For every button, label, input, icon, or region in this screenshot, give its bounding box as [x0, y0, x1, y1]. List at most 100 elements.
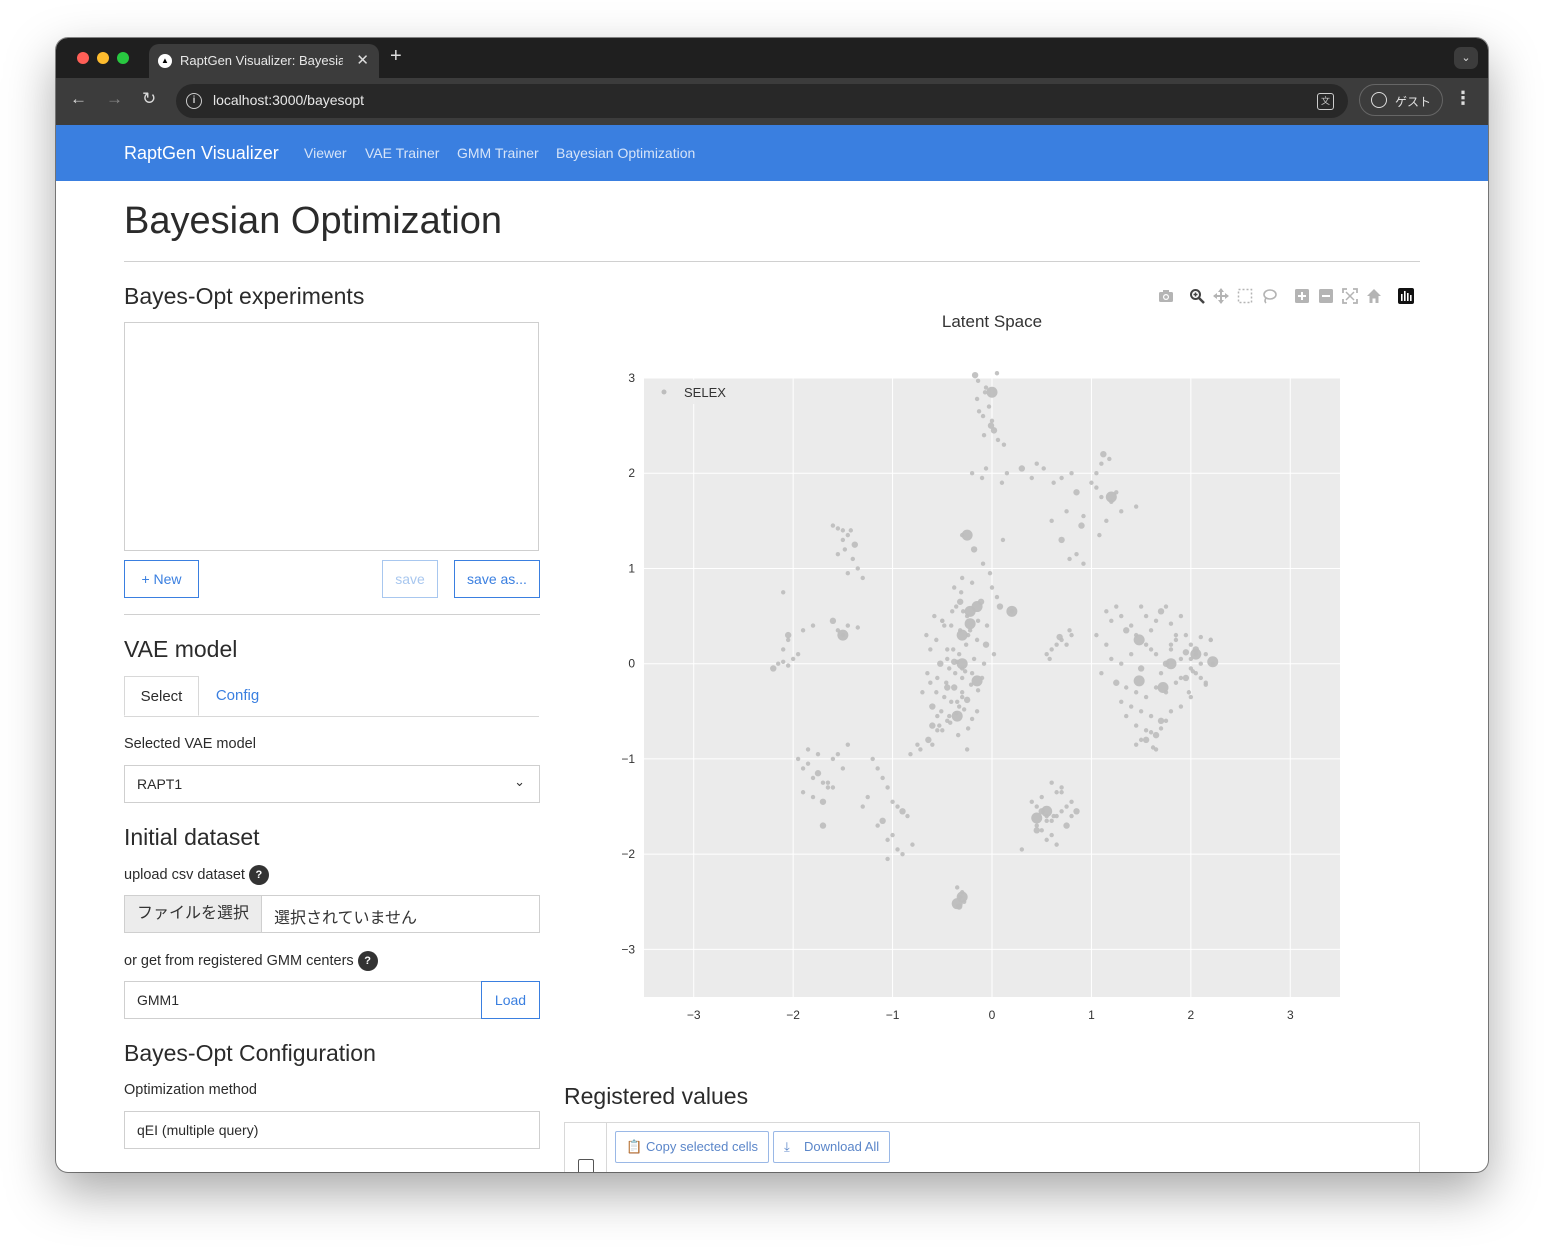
scatter-point[interactable] — [1049, 780, 1054, 785]
scatter-point[interactable] — [1069, 471, 1074, 476]
scatter-point[interactable] — [899, 808, 906, 815]
scatter-point[interactable] — [934, 637, 939, 643]
scatter-point[interactable] — [1064, 509, 1069, 514]
scatter-point[interactable] — [955, 732, 961, 738]
scatter-point-large[interactable] — [1006, 605, 1018, 617]
scatter-point[interactable] — [820, 780, 826, 785]
navbar-brand[interactable]: RaptGen Visualizer — [124, 143, 279, 164]
chart-legend[interactable]: SELEX — [646, 380, 728, 404]
scatter-point[interactable] — [1069, 799, 1074, 804]
scatter-point[interactable] — [1168, 642, 1174, 647]
scatter-point[interactable] — [850, 556, 855, 562]
scatter-point[interactable] — [935, 728, 940, 733]
scatter-point[interactable] — [942, 694, 947, 700]
scatter-point[interactable] — [1089, 480, 1094, 485]
scatter-point[interactable] — [945, 656, 950, 662]
scatter-point[interactable] — [1100, 450, 1107, 458]
scatter-point[interactable] — [989, 585, 995, 590]
scatter-point[interactable] — [840, 537, 846, 543]
scatter-point[interactable] — [996, 603, 1004, 610]
scatter-point[interactable] — [781, 659, 786, 664]
scatter-point[interactable] — [1173, 680, 1179, 685]
window-minimize-button[interactable] — [97, 52, 109, 64]
scatter-point[interactable] — [1190, 669, 1196, 674]
scatter-point[interactable] — [1001, 442, 1007, 447]
scatter-point[interactable] — [937, 723, 942, 728]
scatter-point[interactable] — [1133, 690, 1139, 695]
scatter-point[interactable] — [1173, 632, 1179, 638]
scatter-point[interactable] — [974, 396, 980, 402]
scatter-point[interactable] — [999, 480, 1005, 485]
scatter-point-large[interactable] — [956, 658, 968, 670]
scatter-point[interactable] — [955, 699, 960, 704]
scatter-point[interactable] — [1097, 532, 1102, 538]
scatter-point[interactable] — [956, 598, 964, 605]
scatter-point[interactable] — [1094, 471, 1099, 476]
scatter-point[interactable] — [956, 704, 962, 709]
scatter-point[interactable] — [1034, 804, 1039, 809]
scatter-point[interactable] — [959, 690, 965, 695]
scatter-point[interactable] — [1143, 642, 1149, 647]
save-as-button[interactable]: save as... — [454, 560, 540, 598]
scatter-point[interactable] — [1018, 465, 1026, 472]
scatter-point[interactable] — [1054, 842, 1059, 847]
scatter-point[interactable] — [990, 427, 998, 434]
scatter-point[interactable] — [984, 623, 990, 628]
scatter-point[interactable] — [810, 794, 816, 800]
scatter-point[interactable] — [950, 609, 955, 614]
scatter-point[interactable] — [987, 571, 993, 576]
scatter-point[interactable] — [1081, 561, 1086, 566]
scatter-point[interactable] — [953, 671, 958, 676]
scatter-point[interactable] — [1104, 642, 1109, 647]
scatter-point[interactable] — [835, 751, 841, 757]
scatter-point[interactable] — [860, 575, 865, 581]
scatter-point[interactable] — [955, 885, 960, 890]
scatter-point[interactable] — [959, 694, 965, 700]
scatter-point[interactable] — [928, 680, 933, 685]
scatter-point[interactable] — [1143, 728, 1149, 733]
scatter-point[interactable] — [1049, 647, 1054, 652]
scatter-point[interactable] — [848, 528, 854, 533]
scatter-point[interactable] — [928, 647, 933, 652]
scatter-point[interactable] — [1188, 694, 1194, 700]
scatter-point[interactable] — [944, 680, 949, 685]
scatter-point[interactable] — [961, 707, 967, 712]
scatter-point[interactable] — [989, 418, 995, 424]
scatter-point[interactable] — [1000, 537, 1006, 543]
scatter-point[interactable] — [1041, 466, 1046, 471]
scatter-point[interactable] — [1148, 713, 1154, 719]
scatter-point[interactable] — [1183, 632, 1189, 638]
scatter-point[interactable] — [924, 632, 929, 638]
nav-link-gmm-trainer[interactable]: GMM Trainer — [457, 145, 539, 161]
scatter-point[interactable] — [1029, 799, 1034, 804]
scatter-point[interactable] — [1124, 713, 1129, 719]
scatter-point[interactable] — [981, 661, 987, 666]
scatter-point[interactable] — [875, 823, 880, 828]
scatter-point[interactable] — [1123, 627, 1130, 634]
scatter-point[interactable] — [879, 817, 886, 825]
scatter-point[interactable] — [835, 551, 841, 557]
choose-file-button[interactable]: ファイルを選択 — [125, 896, 262, 932]
scatter-point[interactable] — [1039, 828, 1044, 833]
window-maximize-button[interactable] — [117, 52, 129, 64]
scatter-point[interactable] — [830, 756, 836, 762]
scatter-point[interactable] — [1148, 628, 1154, 633]
scatter-point[interactable] — [860, 804, 865, 809]
scatter-point[interactable] — [982, 641, 990, 648]
scatter-point[interactable] — [885, 785, 890, 790]
scatter-point[interactable] — [1198, 634, 1203, 640]
scatter-point[interactable] — [945, 647, 950, 652]
scatter-point[interactable] — [840, 766, 846, 771]
scatter-point[interactable] — [1099, 671, 1104, 676]
scatter-point[interactable] — [819, 822, 827, 829]
scatter-point[interactable] — [1119, 509, 1124, 514]
scatter-point[interactable] — [825, 785, 831, 790]
scatter-point[interactable] — [1081, 513, 1086, 519]
scatter-point[interactable] — [1033, 827, 1040, 834]
scatter-point[interactable] — [845, 742, 851, 747]
scatter-point[interactable] — [880, 775, 885, 781]
scatter-point[interactable] — [951, 647, 956, 652]
help-icon[interactable]: ? — [248, 865, 269, 885]
scatter-point[interactable] — [975, 618, 981, 624]
scatter-point[interactable] — [1114, 604, 1119, 609]
